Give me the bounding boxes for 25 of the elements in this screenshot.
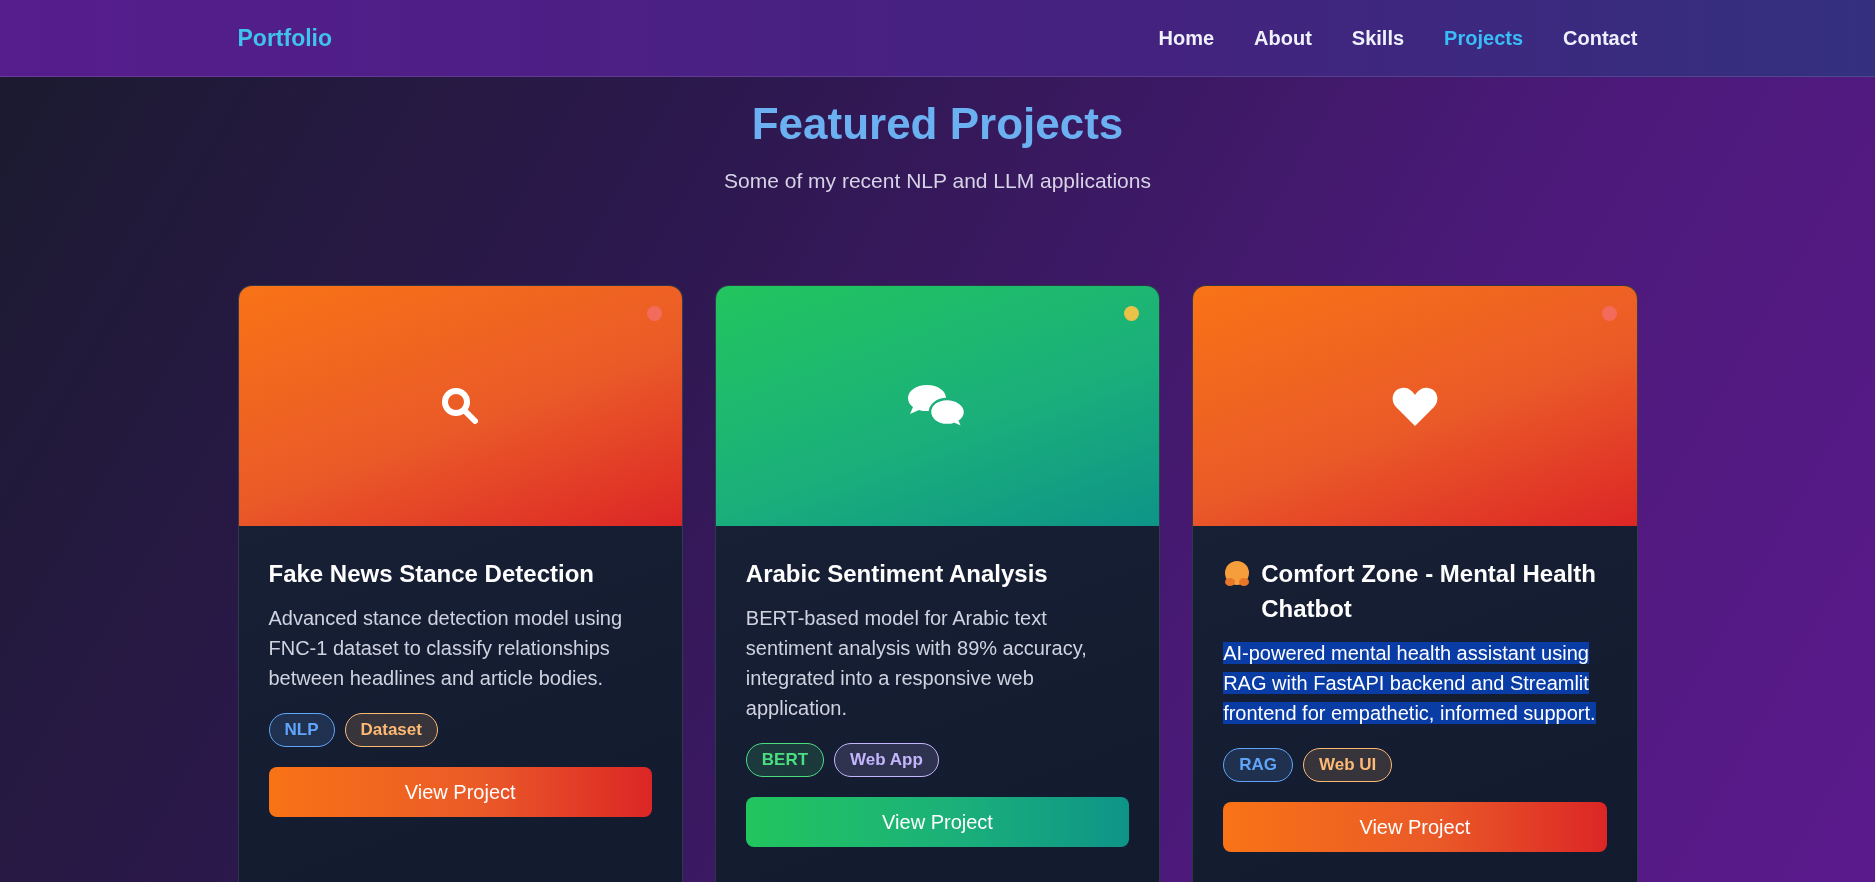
tag: Dataset bbox=[344, 713, 438, 747]
section-title: Featured Projects bbox=[751, 99, 1124, 149]
tag: RAG bbox=[1223, 748, 1293, 782]
view-project-button[interactable]: View Project bbox=[1223, 802, 1607, 852]
nav-link[interactable]: Skills bbox=[1351, 26, 1405, 50]
nav-link[interactable]: Home bbox=[1158, 26, 1215, 50]
project-title: Arabic Sentiment Analysis bbox=[745, 559, 1048, 589]
heart-icon bbox=[1391, 386, 1438, 426]
section-subtitle: Some of my recent NLP and LLM applications bbox=[724, 169, 1151, 193]
tag: BERT bbox=[745, 743, 825, 777]
tag: NLP bbox=[268, 713, 335, 747]
nav-link[interactable]: Projects bbox=[1444, 26, 1524, 50]
project-description: AI-powered mental health assistant using RAG with FastAPI backend and Streamlit frontend for empathetic, informed support. bbox=[1223, 641, 1597, 726]
tag: Web App bbox=[834, 743, 939, 777]
tag: Web UI bbox=[1302, 748, 1393, 782]
project-title: Comfort Zone - Mental Health Chatbot bbox=[1261, 559, 1597, 624]
project-title: Fake News Stance Detection bbox=[268, 559, 594, 589]
logo[interactable]: Portfolio bbox=[237, 24, 333, 52]
nav-link[interactable]: Contact bbox=[1563, 26, 1638, 50]
search-icon bbox=[440, 386, 481, 426]
view-project-button[interactable]: View Project bbox=[745, 797, 1130, 847]
project-description: BERT-based model for Arabic text sentiment analysis with 89% accuracy, integrated into a responsive web application. bbox=[745, 606, 1088, 721]
nav-link[interactable]: About bbox=[1254, 26, 1312, 50]
project-description: Advanced stance detection model using FNC-1 dataset to classify relationships between headlines and article bodies. bbox=[268, 606, 624, 691]
view-project-button[interactable]: View Project bbox=[268, 767, 652, 817]
